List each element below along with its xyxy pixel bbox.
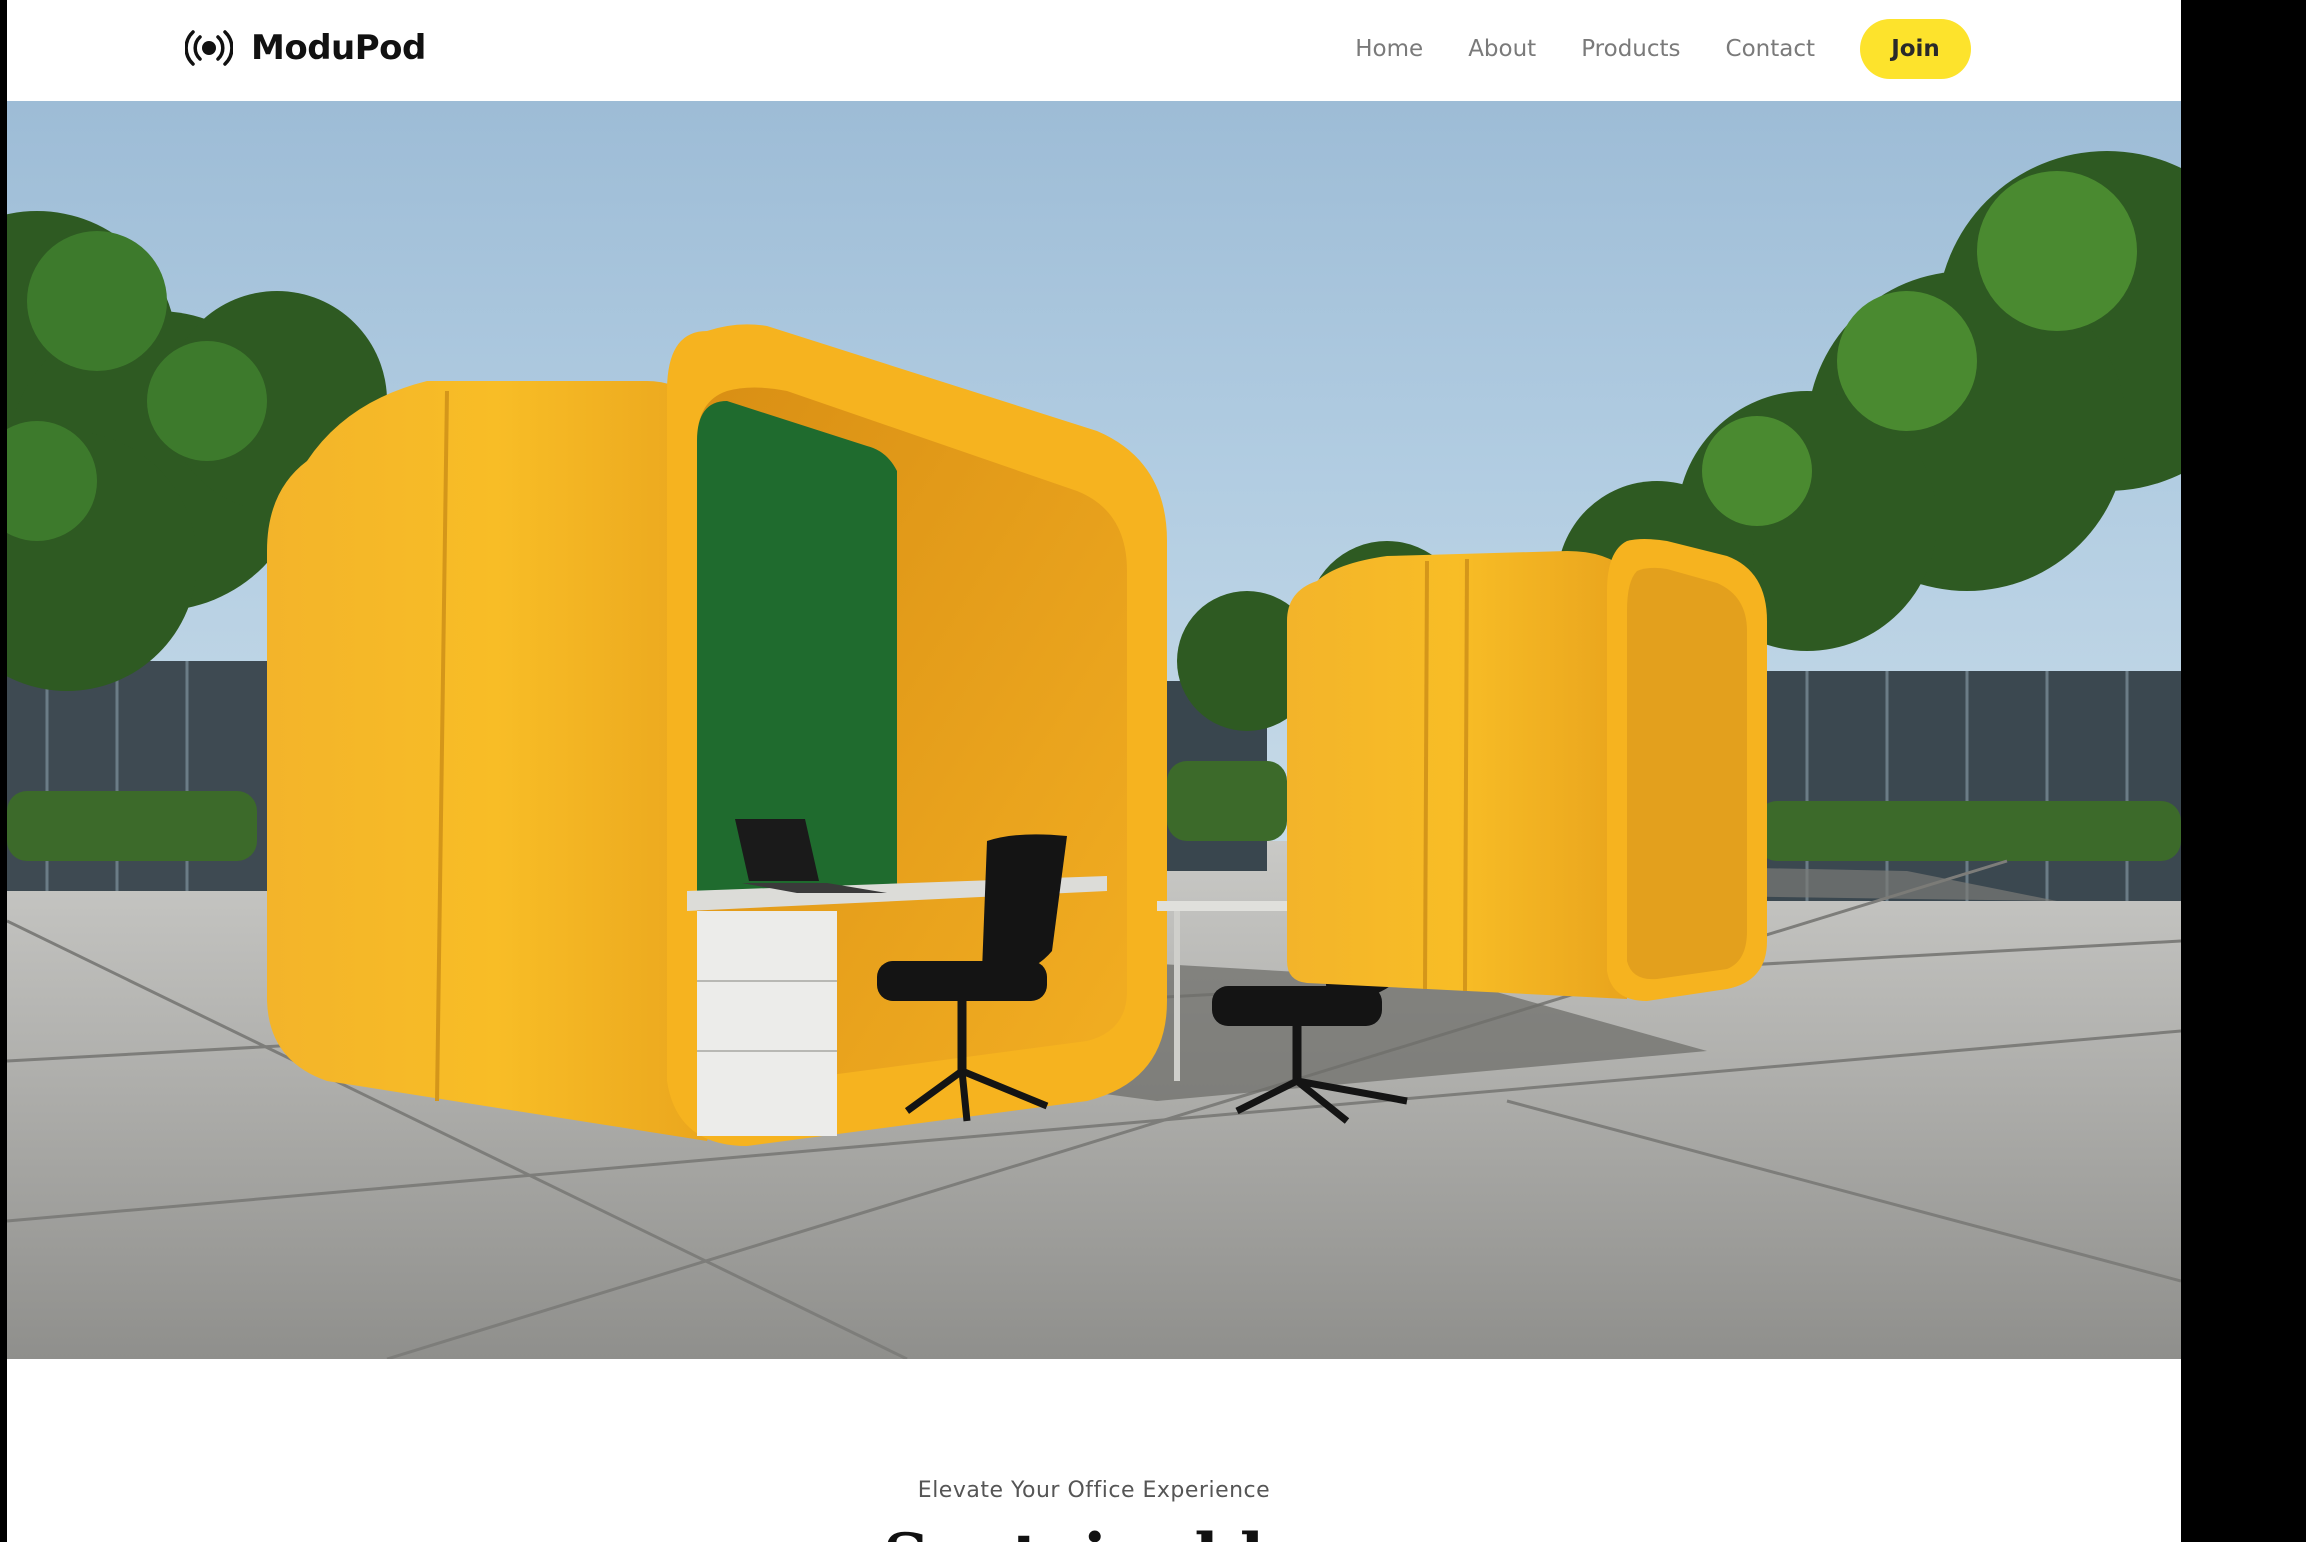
nav-contact-link[interactable]: Contact [1726, 36, 1815, 62]
nav-about-link[interactable]: About [1468, 36, 1536, 62]
main-nav: Home About Products Contact Join [1355, 18, 1971, 80]
intro-eyebrow: Elevate Your Office Experience [917, 1478, 1271, 1503]
office-pods-illustration [7, 101, 2181, 1359]
join-button[interactable]: Join [1860, 19, 1971, 79]
hero-image [7, 101, 2181, 1359]
brand-name: ModuPod [251, 28, 426, 68]
brand-logo[interactable]: ModuPod [185, 22, 426, 74]
nav-products-link[interactable]: Products [1581, 36, 1680, 62]
nav-home-link[interactable]: Home [1355, 36, 1423, 62]
page: ModuPod Home About Products Contact Join [7, 0, 2181, 1542]
site-header: ModuPod Home About Products Contact Join [7, 0, 2181, 102]
intro-heading: Sustainable [7, 1526, 2181, 1542]
broadcast-icon [185, 30, 233, 66]
